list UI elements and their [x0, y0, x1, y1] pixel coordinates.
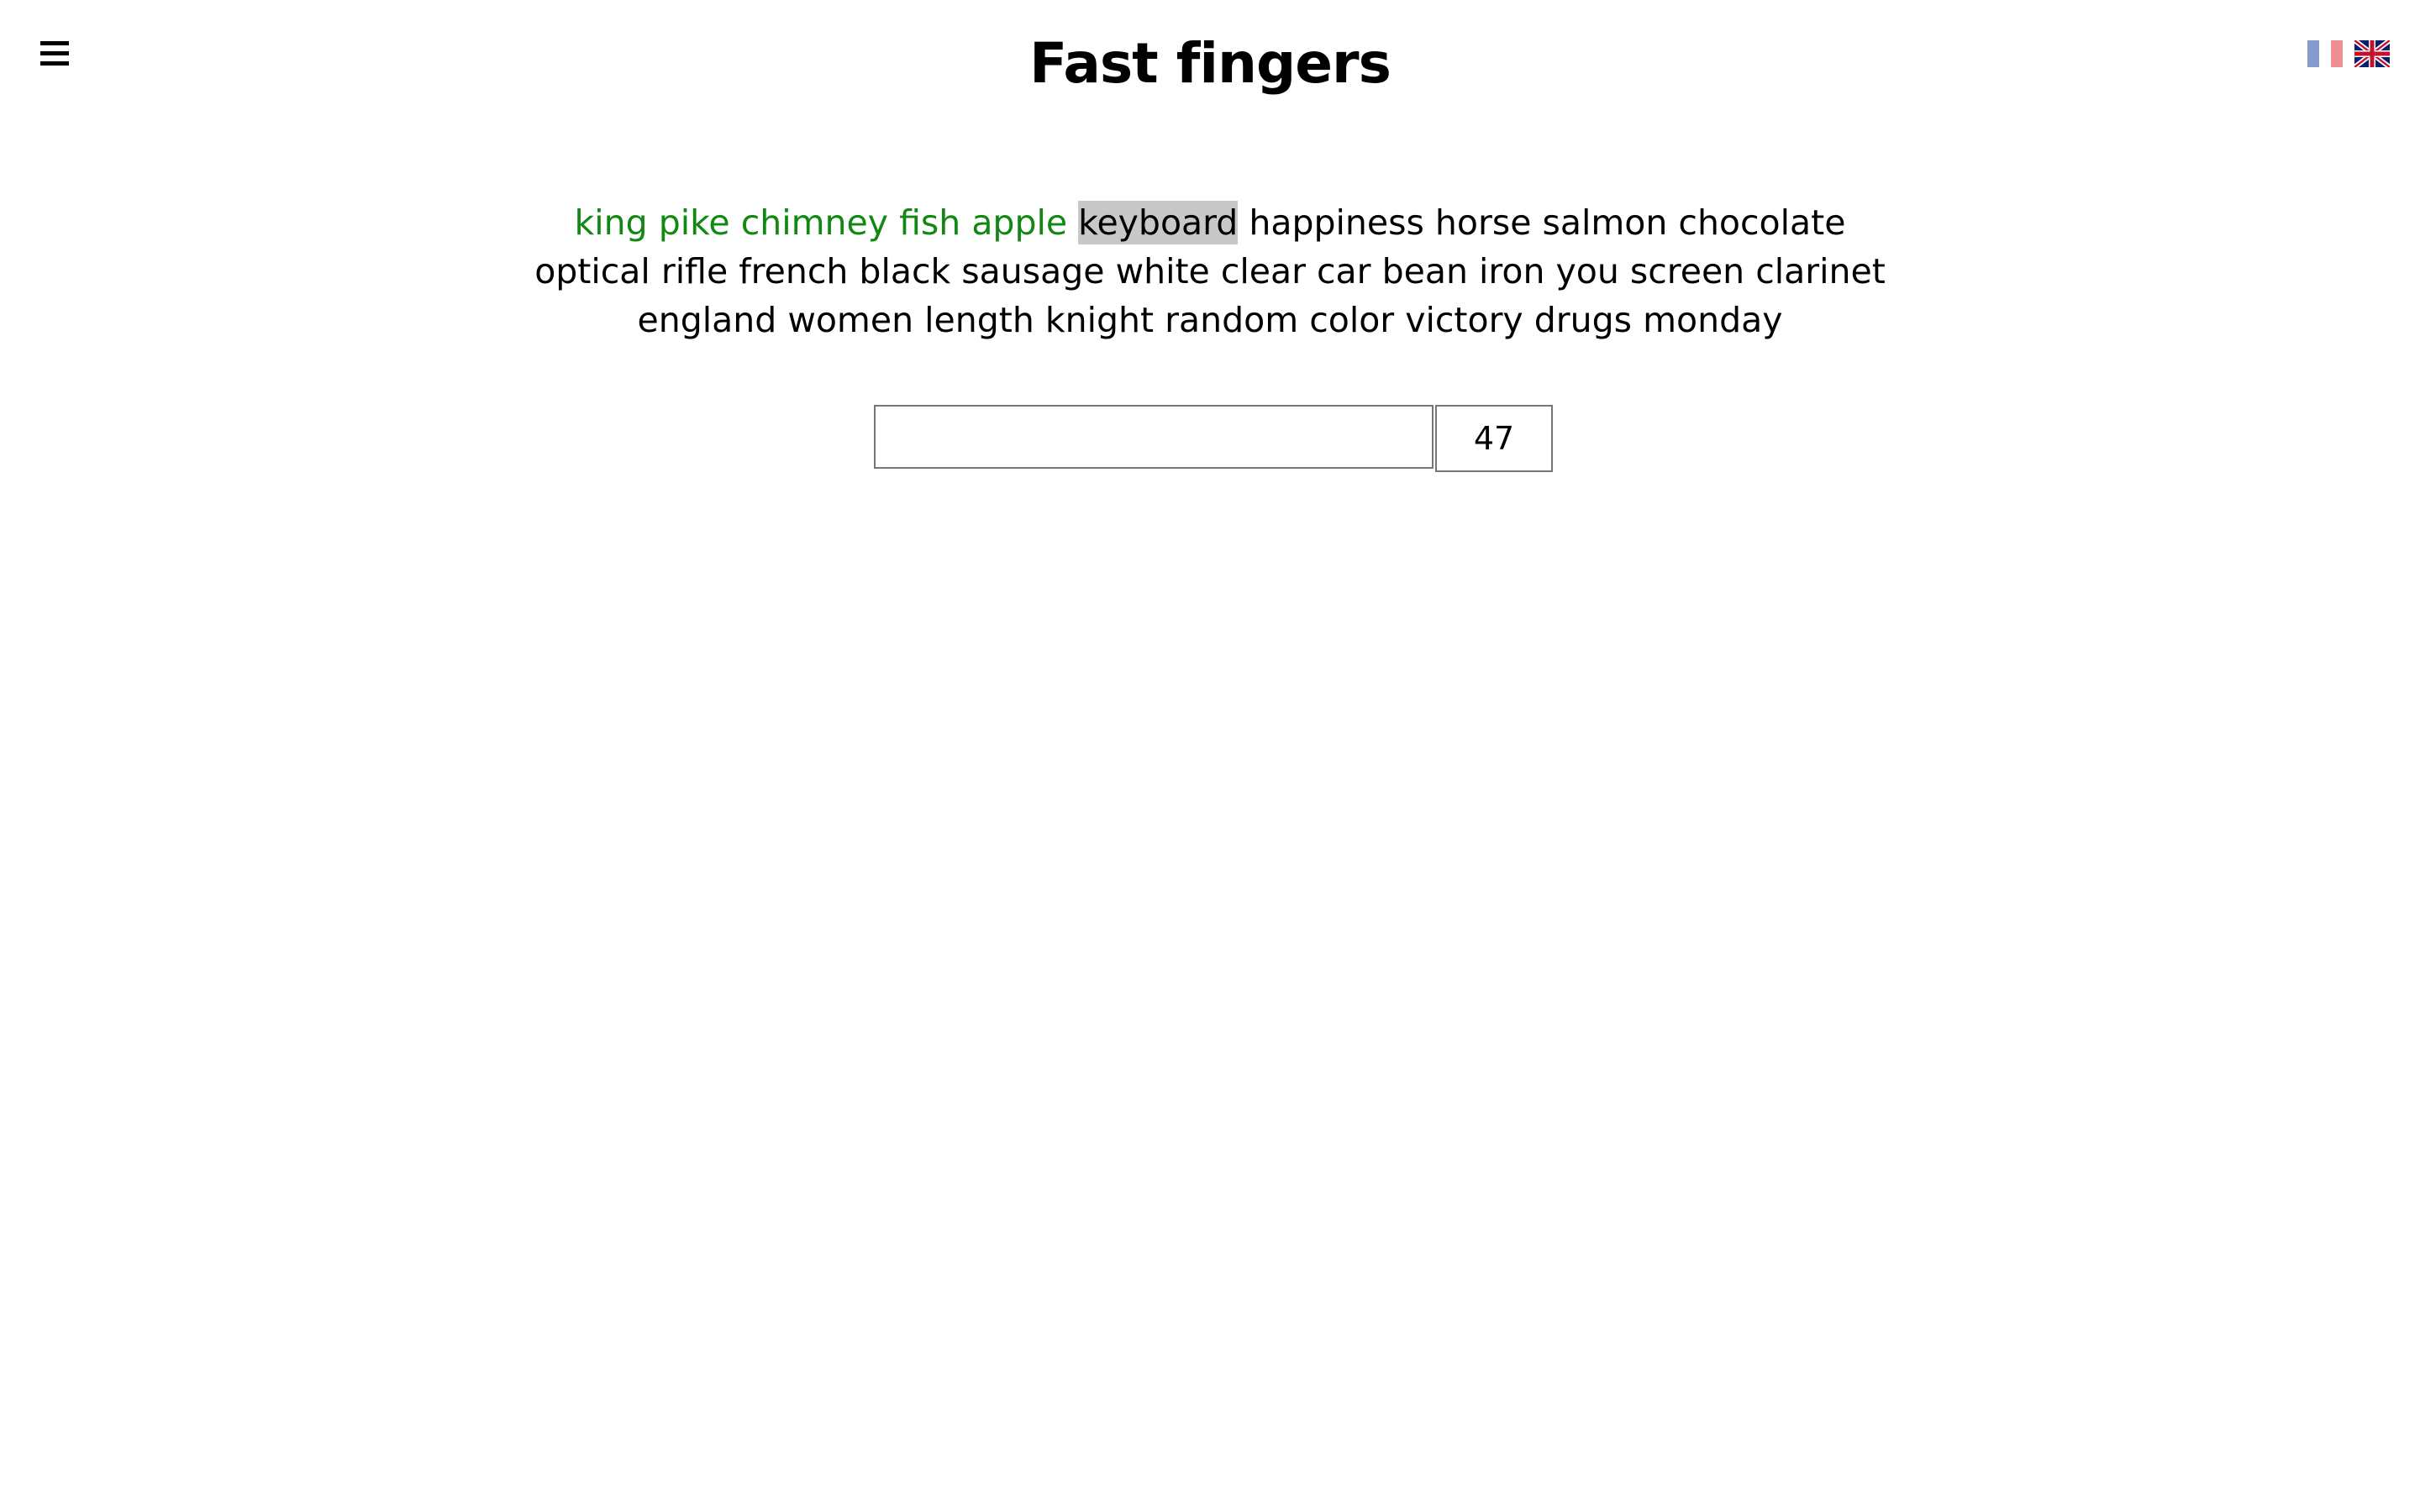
word-list: king pike chimney fish apple keyboard ha…	[521, 198, 1899, 344]
countdown-timer: 47	[1435, 405, 1553, 472]
upcoming-word: happiness	[1249, 202, 1424, 243]
upcoming-word: horse	[1434, 202, 1532, 243]
upcoming-word: you	[1555, 251, 1619, 291]
upcoming-word: rifle	[660, 251, 729, 291]
upcoming-word: monday	[1643, 300, 1783, 340]
typed-word: fish	[899, 202, 961, 243]
upcoming-word: women	[787, 300, 914, 340]
typing-area: 47	[874, 405, 1553, 472]
upcoming-word: drugs	[1534, 300, 1633, 340]
upcoming-word: sausage	[961, 251, 1105, 291]
typing-input[interactable]	[874, 405, 1434, 469]
upcoming-word: screen	[1629, 251, 1745, 291]
upcoming-word: car	[1317, 251, 1371, 291]
upcoming-word: bean	[1381, 251, 1468, 291]
upcoming-word: england	[637, 300, 777, 340]
language-switcher	[2307, 40, 2390, 67]
france-flag-icon[interactable]	[2307, 40, 2343, 67]
upcoming-word: knight	[1044, 300, 1155, 340]
upcoming-word: random	[1165, 300, 1299, 340]
typed-word: pike	[658, 202, 730, 243]
typed-word: chimney	[740, 202, 889, 243]
upcoming-word: salmon	[1542, 202, 1668, 243]
upcoming-word: victory	[1405, 300, 1523, 340]
current-word: keyboard	[1078, 201, 1239, 244]
page: Fast fingers king pike chimney fish appl…	[0, 0, 2420, 1512]
upcoming-word: white	[1115, 251, 1210, 291]
upcoming-word: clear	[1220, 251, 1306, 291]
upcoming-word: iron	[1479, 251, 1545, 291]
typed-word: king	[574, 202, 648, 243]
upcoming-word: color	[1309, 300, 1395, 340]
typed-word: apple	[971, 202, 1068, 243]
page-title: Fast fingers	[1029, 31, 1392, 96]
upcoming-word: optical	[534, 251, 650, 291]
uk-flag-icon[interactable]	[2354, 40, 2390, 67]
upcoming-word: black	[859, 251, 951, 291]
upcoming-word: clarinet	[1755, 251, 1886, 291]
upcoming-word: length	[924, 300, 1034, 340]
upcoming-word: chocolate	[1678, 202, 1846, 243]
upcoming-word: french	[739, 251, 849, 291]
